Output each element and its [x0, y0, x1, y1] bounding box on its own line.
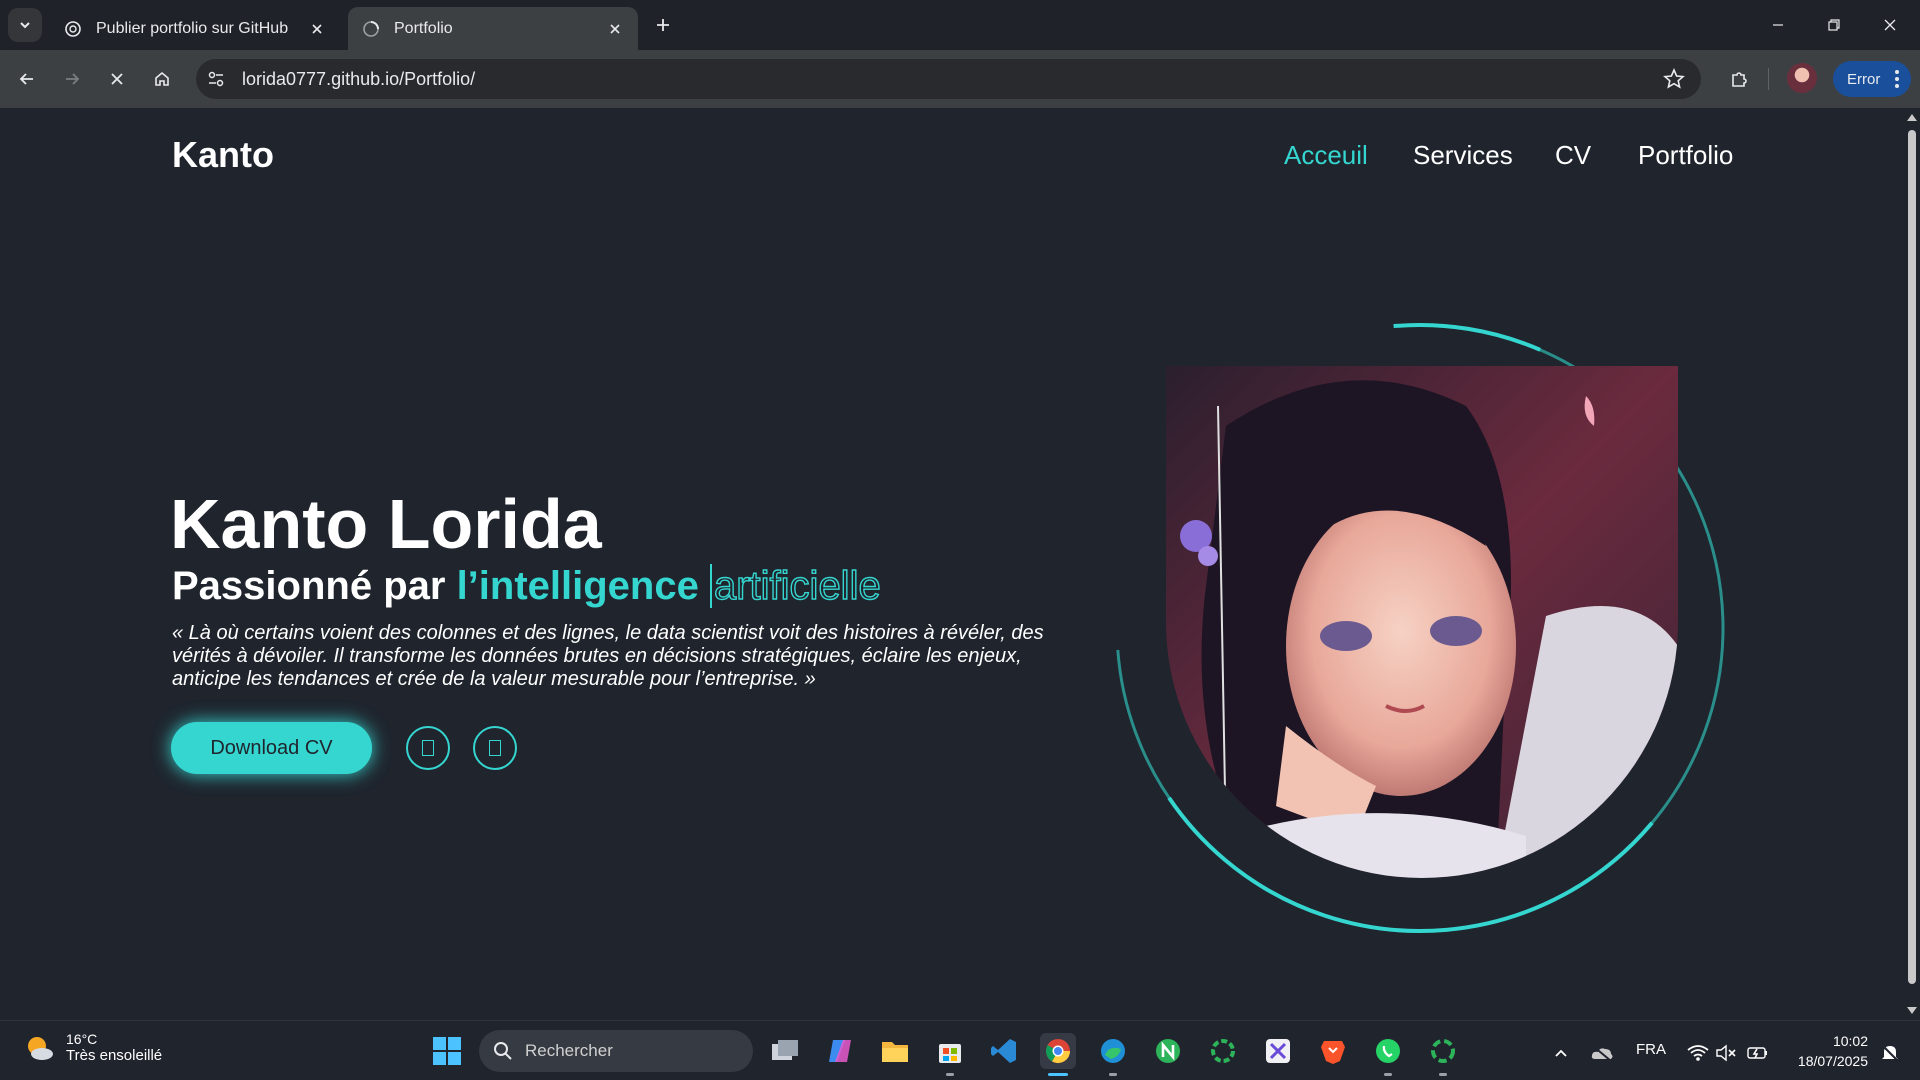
- nav-portfolio[interactable]: Portfolio: [1638, 140, 1733, 171]
- tab-title: Publier portfolio sur GitHub: [96, 19, 289, 37]
- app-running-indicator: [1384, 1073, 1392, 1076]
- social-icon-1[interactable]: [406, 726, 450, 770]
- missing-glyph-icon: [422, 740, 434, 756]
- hero-name: Kanto Lorida: [170, 485, 602, 563]
- scroll-down-arrow[interactable]: [1907, 1007, 1917, 1014]
- weather-widget[interactable]: 16°C Très ensoleillé: [24, 1031, 162, 1064]
- more-vertical-icon: [1895, 70, 1899, 88]
- forward-button[interactable]: [54, 61, 90, 97]
- stop-loading-button[interactable]: [99, 61, 135, 97]
- close-window-button[interactable]: [1862, 0, 1918, 50]
- arrow-right-icon: [66, 73, 80, 85]
- page-viewport: Kanto Acceuil Services CV Portfolio Kant…: [0, 108, 1904, 1020]
- onedrive-offline-icon[interactable]: [1584, 1035, 1620, 1071]
- whatsapp-icon[interactable]: [1370, 1033, 1406, 1069]
- microsoft-store-icon[interactable]: [932, 1033, 968, 1069]
- windows-taskbar: 16°C Très ensoleillé Rechercher FRA 10:0…: [0, 1020, 1920, 1080]
- site-settings-icon[interactable]: [206, 69, 226, 89]
- tab-publier-portfolio[interactable]: Publier portfolio sur GitHub: [50, 7, 340, 50]
- loader-app-icon[interactable]: [1205, 1033, 1241, 1069]
- url-text: lorida0777.github.io/Portfolio/: [242, 69, 476, 89]
- download-cv-button[interactable]: Download CV: [171, 722, 372, 774]
- close-icon[interactable]: [308, 20, 326, 38]
- windows-start-icon[interactable]: [432, 1036, 462, 1066]
- bookmark-star-icon[interactable]: [1663, 68, 1685, 90]
- chevron-up-icon[interactable]: [1543, 1035, 1579, 1071]
- toolbar-divider: [1768, 68, 1769, 90]
- nav-cv[interactable]: CV: [1555, 140, 1591, 171]
- browser-tab-bar: Publier portfolio sur GitHub Portfolio: [0, 0, 1920, 50]
- system-clock[interactable]: 10:02 18/07/2025: [1786, 1031, 1868, 1071]
- search-icon: [494, 1042, 512, 1060]
- close-icon: [1884, 19, 1896, 31]
- loading-globe-icon: [362, 20, 380, 38]
- clock-date: 18/07/2025: [1797, 1053, 1868, 1069]
- partly-sunny-icon: [28, 1036, 53, 1060]
- subtitle-prefix: Passionné par: [172, 564, 457, 608]
- openai-icon: [64, 20, 82, 38]
- notion-icon[interactable]: [1150, 1033, 1186, 1069]
- social-icon-2[interactable]: [473, 726, 517, 770]
- plus-icon: [657, 19, 669, 31]
- subtitle-typed-text: artificielle: [709, 563, 881, 609]
- app-active-indicator: [1048, 1073, 1068, 1076]
- loader-app-2-icon[interactable]: [1425, 1033, 1461, 1069]
- app-running-indicator: [1109, 1073, 1117, 1076]
- close-icon: [111, 73, 123, 85]
- nav-acceuil[interactable]: Acceuil: [1284, 140, 1368, 171]
- subtitle-accent: l’intelligence: [456, 564, 699, 608]
- search-placeholder: Rechercher: [525, 1041, 613, 1060]
- site-logo[interactable]: Kanto: [172, 134, 274, 176]
- app-running-indicator: [946, 1073, 954, 1076]
- scrollbar-thumb[interactable]: [1908, 130, 1916, 984]
- snipping-tool-icon[interactable]: [1260, 1033, 1296, 1069]
- chrome-icon[interactable]: [1040, 1033, 1076, 1069]
- page-scrollbar[interactable]: [1904, 108, 1920, 1020]
- browser-toolbar: lorida0777.github.io/Portfolio/ Error: [0, 50, 1920, 108]
- missing-glyph-icon: [489, 740, 501, 756]
- hero-subtitle: Passionné par l’intelligence artificiell…: [172, 563, 881, 609]
- notification-bell-icon[interactable]: [1872, 1035, 1908, 1071]
- chevron-down-icon: [20, 22, 30, 29]
- back-button[interactable]: [9, 61, 45, 97]
- hero-quote: « Là où certains voient des colonnes et …: [172, 622, 1044, 690]
- vscode-icon[interactable]: [986, 1033, 1022, 1069]
- arrow-left-icon: [19, 73, 33, 85]
- app-running-indicator: [1439, 1073, 1447, 1076]
- weather-description: Très ensoleillé: [66, 1047, 163, 1064]
- close-icon[interactable]: [606, 20, 624, 38]
- tab-title: Portfolio: [394, 19, 453, 37]
- tab-search-button[interactable]: [8, 8, 42, 42]
- address-bar[interactable]: lorida0777.github.io/Portfolio/: [196, 59, 1701, 99]
- home-icon: [155, 71, 169, 86]
- extensions-button[interactable]: [1722, 62, 1756, 96]
- task-view-icon[interactable]: [767, 1033, 803, 1069]
- taskbar-search[interactable]: Rechercher: [479, 1030, 753, 1072]
- file-explorer-icon[interactable]: [877, 1033, 913, 1069]
- edge-icon[interactable]: [1095, 1033, 1131, 1069]
- new-tab-button[interactable]: [650, 12, 676, 38]
- restore-icon: [1828, 19, 1840, 31]
- volume-muted-icon[interactable]: [1708, 1035, 1744, 1071]
- home-button[interactable]: [144, 61, 180, 97]
- weather-temperature: 16°C: [66, 1031, 98, 1047]
- puzzle-icon: [1732, 72, 1747, 87]
- profile-portrait-image: [1166, 366, 1678, 878]
- nav-services[interactable]: Services: [1413, 140, 1513, 171]
- minimize-button[interactable]: [1750, 0, 1806, 50]
- scroll-up-arrow[interactable]: [1907, 114, 1917, 121]
- profile-avatar[interactable]: [1787, 63, 1817, 93]
- copilot-icon[interactable]: [822, 1033, 858, 1069]
- battery-charging-icon[interactable]: [1740, 1035, 1776, 1071]
- error-menu-button[interactable]: Error: [1833, 61, 1911, 97]
- error-label: Error: [1847, 70, 1881, 88]
- input-language[interactable]: FRA: [1636, 1041, 1666, 1058]
- brave-icon[interactable]: [1315, 1033, 1351, 1069]
- clock-time: 10:02: [1832, 1033, 1868, 1049]
- minimize-icon: [1773, 24, 1783, 26]
- restore-button[interactable]: [1806, 0, 1862, 50]
- tab-portfolio[interactable]: Portfolio: [348, 7, 638, 50]
